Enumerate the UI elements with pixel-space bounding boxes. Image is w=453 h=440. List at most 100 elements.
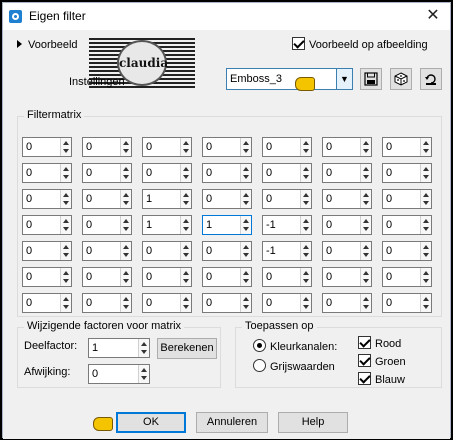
spinner-arrows[interactable] (240, 242, 251, 260)
arrow-down-icon[interactable] (183, 253, 189, 257)
arrow-down-icon[interactable] (123, 201, 129, 205)
matrix-cell[interactable]: 0 (322, 293, 372, 313)
arrow-up-icon[interactable] (303, 297, 309, 301)
spinner-arrows[interactable] (420, 190, 431, 208)
arrow-up-icon[interactable] (183, 297, 189, 301)
matrix-cell[interactable]: 0 (22, 189, 72, 209)
spinner-arrows[interactable] (138, 339, 149, 357)
arrow-up-icon[interactable] (243, 141, 249, 145)
arrow-down-icon[interactable] (303, 279, 309, 283)
matrix-cell[interactable]: 0 (22, 215, 72, 235)
spinner-arrows[interactable] (120, 294, 131, 312)
arrow-up-icon[interactable] (123, 219, 129, 223)
calculate-button[interactable]: Berekenen (157, 338, 217, 359)
arrow-down-icon[interactable] (183, 201, 189, 205)
matrix-cell[interactable]: 0 (202, 267, 252, 287)
save-preset-button[interactable] (360, 68, 382, 90)
arrow-up-icon[interactable] (363, 297, 369, 301)
grayscale-radio[interactable]: Grijswaarden (253, 359, 335, 373)
arrow-up-icon[interactable] (123, 167, 129, 171)
spinner-arrows[interactable] (180, 268, 191, 286)
arrow-up-icon[interactable] (123, 141, 129, 145)
arrow-up-icon[interactable] (423, 297, 429, 301)
arrow-up-icon[interactable] (303, 245, 309, 249)
matrix-cell[interactable]: 0 (22, 241, 72, 261)
spinner-arrows[interactable] (120, 190, 131, 208)
matrix-cell[interactable]: 0 (322, 267, 372, 287)
close-button[interactable]: ✕ (424, 7, 442, 25)
matrix-cell[interactable]: 0 (82, 267, 132, 287)
arrow-down-icon[interactable] (423, 305, 429, 309)
spinner-arrows[interactable] (240, 294, 251, 312)
arrow-down-icon[interactable] (183, 305, 189, 309)
spinner-arrows[interactable] (120, 138, 131, 156)
arrow-up-icon[interactable] (141, 368, 147, 372)
chevron-down-icon[interactable]: ▼ (336, 69, 352, 89)
matrix-cell[interactable]: 0 (382, 189, 432, 209)
spinner-arrows[interactable] (360, 216, 371, 234)
matrix-cell[interactable]: 0 (82, 163, 132, 183)
arrow-up-icon[interactable] (183, 141, 189, 145)
spinner-arrows[interactable] (420, 268, 431, 286)
spinner-arrows[interactable] (240, 216, 251, 234)
arrow-up-icon[interactable] (423, 141, 429, 145)
matrix-cell[interactable]: 0 (142, 293, 192, 313)
arrow-up-icon[interactable] (63, 141, 69, 145)
preview-on-image-checkbox[interactable]: Voorbeeld op afbeelding (292, 37, 428, 51)
matrix-cell[interactable]: 0 (382, 215, 432, 235)
matrix-cell[interactable]: 1 (142, 215, 192, 235)
arrow-up-icon[interactable] (243, 219, 249, 223)
spinner-arrows[interactable] (60, 216, 71, 234)
matrix-cell[interactable]: 0 (202, 189, 252, 209)
arrow-up-icon[interactable] (183, 245, 189, 249)
spinner-arrows[interactable] (360, 164, 371, 182)
arrow-up-icon[interactable] (423, 167, 429, 171)
arrow-down-icon[interactable] (123, 149, 129, 153)
arrow-down-icon[interactable] (303, 253, 309, 257)
arrow-up-icon[interactable] (243, 245, 249, 249)
arrow-down-icon[interactable] (63, 149, 69, 153)
matrix-cell[interactable]: 0 (322, 241, 372, 261)
spinner-arrows[interactable] (300, 268, 311, 286)
arrow-up-icon[interactable] (183, 193, 189, 197)
spinner-arrows[interactable] (240, 190, 251, 208)
arrow-up-icon[interactable] (183, 271, 189, 275)
spinner-arrows[interactable] (240, 138, 251, 156)
matrix-cell[interactable]: 0 (262, 293, 312, 313)
arrow-up-icon[interactable] (363, 167, 369, 171)
arrow-up-icon[interactable] (303, 141, 309, 145)
arrow-up-icon[interactable] (363, 141, 369, 145)
arrow-down-icon[interactable] (123, 175, 129, 179)
spinner-arrows[interactable] (300, 216, 311, 234)
matrix-cell[interactable]: 0 (382, 293, 432, 313)
spinner-arrows[interactable] (360, 190, 371, 208)
spinner-arrows[interactable] (420, 242, 431, 260)
spinner-arrows[interactable] (60, 242, 71, 260)
arrow-up-icon[interactable] (363, 219, 369, 223)
arrow-up-icon[interactable] (123, 297, 129, 301)
arrow-down-icon[interactable] (423, 201, 429, 205)
arrow-down-icon[interactable] (303, 227, 309, 231)
spinner-arrows[interactable] (180, 190, 191, 208)
arrow-up-icon[interactable] (243, 271, 249, 275)
arrow-down-icon[interactable] (303, 175, 309, 179)
color-channels-radio[interactable]: Kleurkanalen: (253, 339, 337, 353)
preview-toggle[interactable]: Voorbeeld (17, 39, 78, 51)
arrow-up-icon[interactable] (63, 245, 69, 249)
matrix-cell[interactable]: 0 (82, 241, 132, 261)
arrow-up-icon[interactable] (123, 271, 129, 275)
arrow-down-icon[interactable] (363, 201, 369, 205)
spinner-arrows[interactable] (120, 216, 131, 234)
arrow-down-icon[interactable] (243, 227, 249, 231)
arrow-up-icon[interactable] (303, 271, 309, 275)
matrix-cell[interactable]: 0 (322, 215, 372, 235)
matrix-cell[interactable]: 0 (382, 163, 432, 183)
arrow-down-icon[interactable] (141, 376, 147, 380)
green-checkbox[interactable]: Groen (358, 354, 406, 368)
arrow-down-icon[interactable] (63, 253, 69, 257)
matrix-cell[interactable]: 0 (202, 241, 252, 261)
spinner-arrows[interactable] (60, 138, 71, 156)
arrow-down-icon[interactable] (243, 253, 249, 257)
arrow-down-icon[interactable] (183, 227, 189, 231)
arrow-down-icon[interactable] (183, 279, 189, 283)
